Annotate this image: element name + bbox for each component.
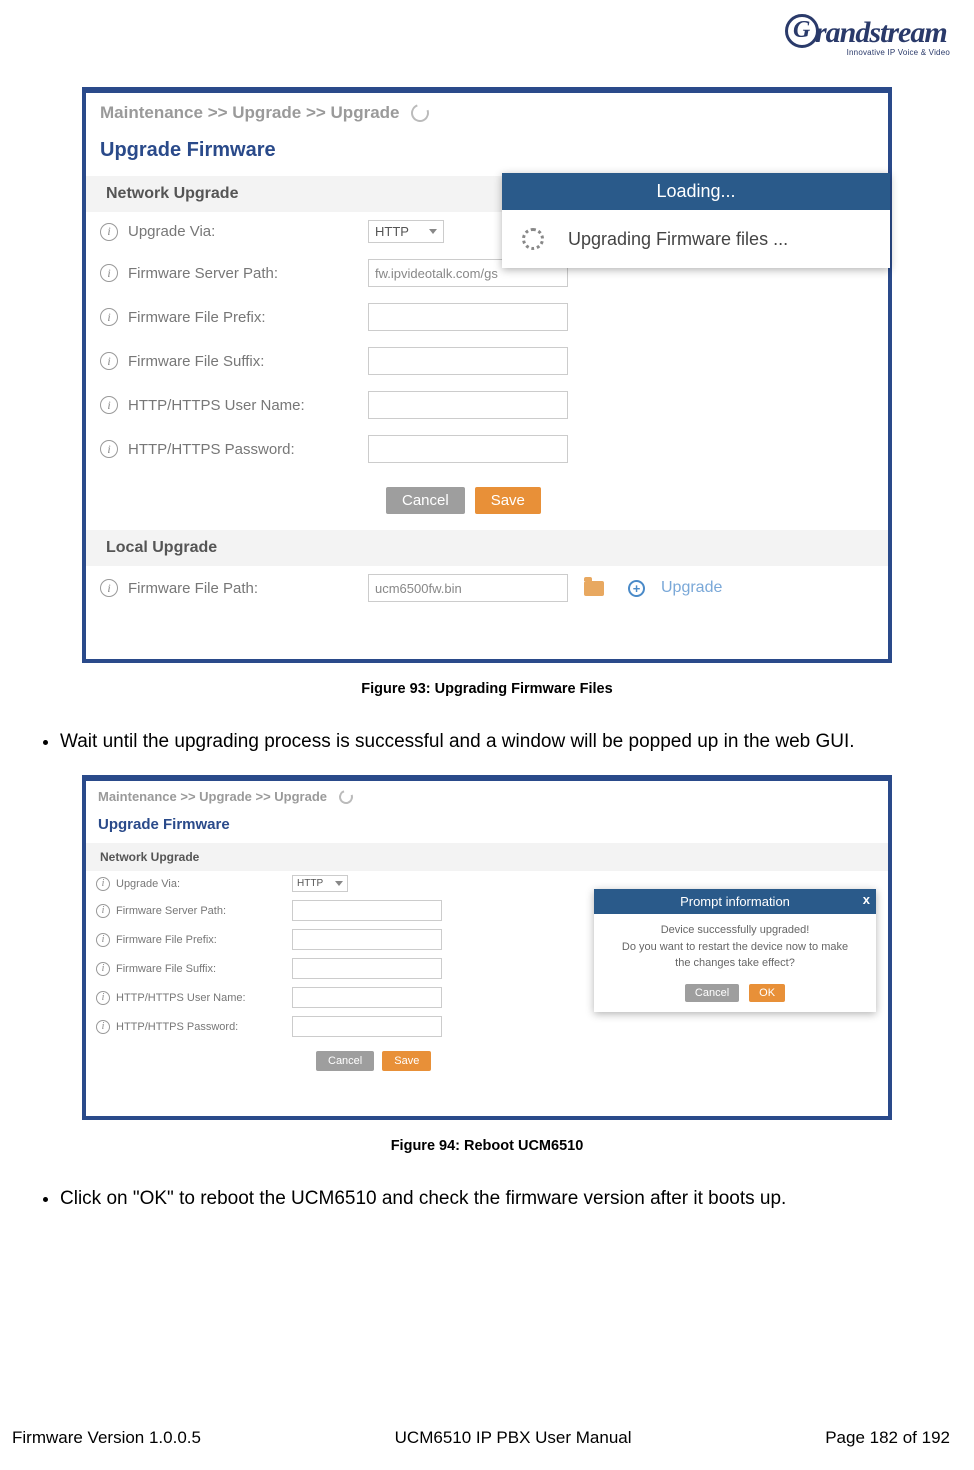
cancel-button[interactable]: Cancel — [316, 1051, 374, 1071]
footer-page: Page 182 of 192 — [825, 1428, 950, 1448]
loading-message: Upgrading Firmware files ... — [568, 229, 788, 250]
server-path-label: Firmware Server Path: — [128, 265, 358, 282]
upgrade-via-label: Upgrade Via: — [116, 878, 286, 890]
info-icon[interactable]: i — [96, 904, 110, 918]
info-icon[interactable]: i — [100, 352, 118, 370]
figure-93-caption: Figure 93: Upgrading Firmware Files — [24, 681, 950, 697]
info-icon[interactable]: i — [96, 962, 110, 976]
info-icon[interactable]: i — [100, 396, 118, 414]
prompt-ok-button[interactable]: OK — [749, 984, 785, 1002]
instruction-click-ok: Click on "OK" to reboot the UCM6510 and … — [60, 1184, 950, 1214]
prompt-header: Prompt information x — [594, 889, 876, 914]
info-icon[interactable]: i — [96, 991, 110, 1005]
breadcrumb: Maintenance >> Upgrade >> Upgrade — [86, 781, 888, 810]
footer-title: UCM6510 IP PBX User Manual — [395, 1428, 632, 1448]
chevron-down-icon — [429, 229, 437, 234]
local-upgrade-header: Local Upgrade — [86, 530, 888, 566]
username-input[interactable] — [368, 391, 568, 419]
figure-93-screenshot: Maintenance >> Upgrade >> Upgrade Upgrad… — [82, 87, 892, 663]
password-label: HTTP/HTTPS Password: — [128, 441, 358, 458]
loading-header: Loading... — [502, 173, 890, 210]
prefix-label: Firmware File Prefix: — [116, 934, 286, 946]
server-path-input[interactable] — [292, 900, 442, 921]
username-input[interactable] — [292, 987, 442, 1008]
network-upgrade-header: Network Upgrade — [86, 843, 888, 871]
prefix-input[interactable] — [368, 303, 568, 331]
prefix-input[interactable] — [292, 929, 442, 950]
refresh-icon[interactable] — [409, 101, 433, 125]
logo-g-icon — [785, 14, 819, 48]
password-label: HTTP/HTTPS Password: — [116, 1021, 286, 1033]
info-icon[interactable]: i — [100, 308, 118, 326]
instruction-wait: Wait until the upgrading process is succ… — [60, 727, 950, 757]
breadcrumb-text: Maintenance >> Upgrade >> Upgrade — [100, 103, 399, 123]
spinner-icon — [522, 228, 544, 250]
prompt-body: Device successfully upgraded! Do you wan… — [594, 914, 876, 978]
figure-94-caption: Figure 94: Reboot UCM6510 — [24, 1138, 950, 1154]
info-icon[interactable]: i — [96, 877, 110, 891]
file-path-input[interactable]: ucm6500fw.bin — [368, 574, 568, 602]
prefix-label: Firmware File Prefix: — [128, 309, 358, 326]
server-path-label: Firmware Server Path: — [116, 905, 286, 917]
username-label: HTTP/HTTPS User Name: — [116, 992, 286, 1004]
prompt-cancel-button[interactable]: Cancel — [685, 984, 739, 1002]
save-button[interactable]: Save — [475, 487, 541, 514]
loading-modal: Loading... Upgrading Firmware files ... — [502, 173, 890, 268]
chevron-down-icon — [335, 881, 343, 886]
info-icon[interactable]: i — [96, 1020, 110, 1034]
password-input[interactable] — [292, 1016, 442, 1037]
info-icon[interactable]: i — [100, 264, 118, 282]
plus-circle-icon[interactable]: + — [628, 580, 645, 597]
upgrade-via-label: Upgrade Via: — [128, 223, 358, 240]
footer-version: Firmware Version 1.0.0.5 — [12, 1428, 201, 1448]
password-input[interactable] — [368, 435, 568, 463]
file-path-label: Firmware File Path: — [128, 580, 358, 597]
close-icon[interactable]: x — [863, 892, 870, 907]
upgrade-via-select[interactable]: HTTP — [292, 875, 348, 892]
prompt-modal: Prompt information x Device successfully… — [594, 889, 876, 1012]
folder-icon[interactable] — [584, 581, 604, 596]
refresh-icon[interactable] — [337, 788, 356, 807]
suffix-input[interactable] — [292, 958, 442, 979]
brand-logo: randstream Innovative IP Voice & Video — [785, 8, 950, 57]
page-footer: Firmware Version 1.0.0.5 UCM6510 IP PBX … — [0, 1428, 974, 1448]
section-title: Upgrade Firmware — [86, 810, 888, 843]
info-icon[interactable]: i — [96, 933, 110, 947]
logo-brand-text: randstream — [815, 16, 947, 49]
suffix-input[interactable] — [368, 347, 568, 375]
figure-94-screenshot: Maintenance >> Upgrade >> Upgrade Upgrad… — [82, 775, 892, 1120]
upgrade-via-select[interactable]: HTTP — [368, 220, 444, 243]
breadcrumb-text: Maintenance >> Upgrade >> Upgrade — [98, 789, 327, 804]
username-label: HTTP/HTTPS User Name: — [128, 397, 358, 414]
cancel-button[interactable]: Cancel — [386, 487, 465, 514]
info-icon[interactable]: i — [100, 440, 118, 458]
suffix-label: Firmware File Suffix: — [116, 963, 286, 975]
info-icon[interactable]: i — [100, 223, 118, 241]
section-title: Upgrade Firmware — [86, 131, 888, 176]
info-icon[interactable]: i — [100, 579, 118, 597]
upgrade-link[interactable]: Upgrade — [661, 579, 722, 597]
suffix-label: Firmware File Suffix: — [128, 353, 358, 370]
save-button[interactable]: Save — [382, 1051, 431, 1071]
breadcrumb: Maintenance >> Upgrade >> Upgrade — [86, 93, 888, 131]
